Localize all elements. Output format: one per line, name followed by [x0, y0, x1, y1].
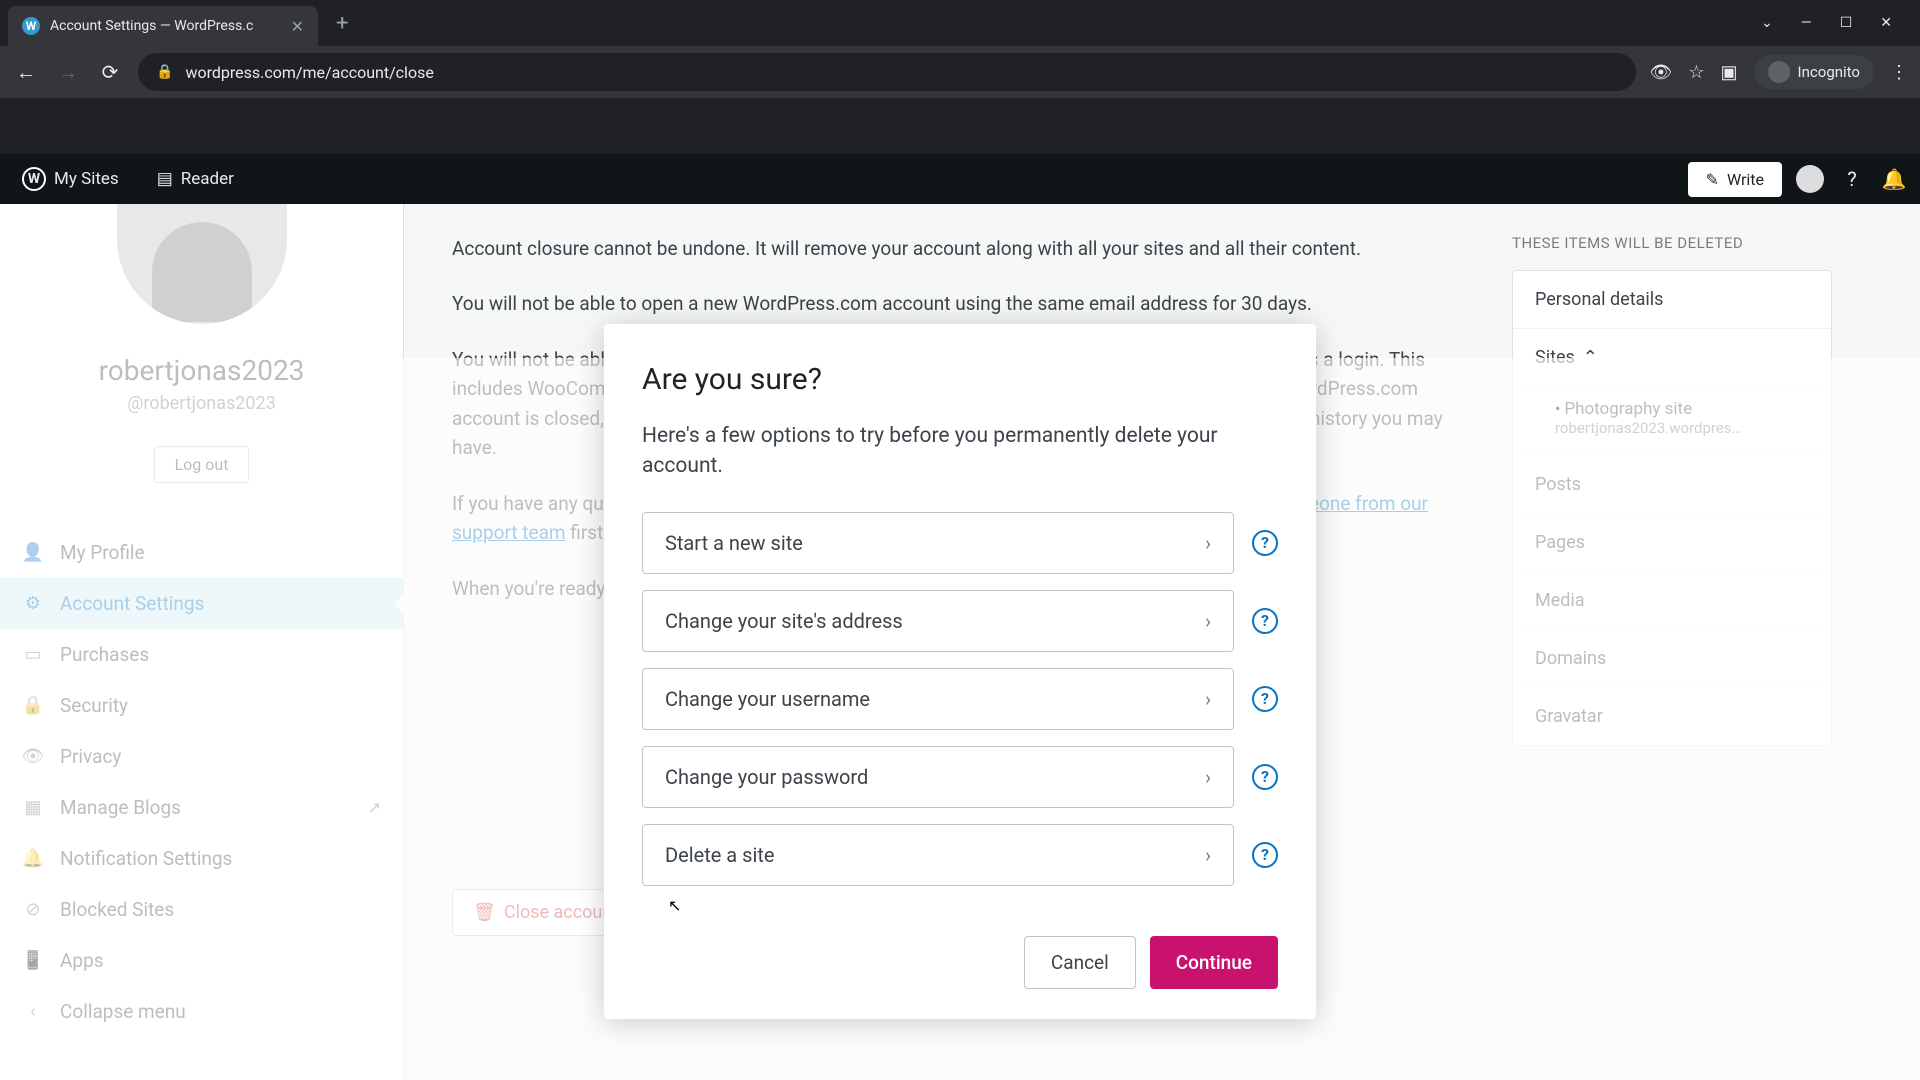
confirm-close-modal: Are you sure? Here's a few options to tr…: [604, 324, 1316, 1019]
window-controls: ⌄ — ☐ ✕: [1761, 15, 1912, 31]
option-label: Change your username: [665, 687, 870, 711]
write-button[interactable]: ✎ Write: [1688, 162, 1782, 197]
chevron-right-icon: ›: [1205, 765, 1211, 789]
lock-icon: 🔒: [156, 64, 173, 80]
app-body: robertjonas2023 @robertjonas2023 Log out…: [0, 204, 1920, 1080]
user-avatar[interactable]: [1796, 165, 1824, 193]
window-close[interactable]: ✕: [1880, 15, 1892, 31]
extensions-icon[interactable]: ▣: [1721, 62, 1738, 83]
my-sites-label: My Sites: [54, 169, 119, 189]
window-maximize[interactable]: ☐: [1840, 15, 1853, 31]
option-change-site-address[interactable]: Change your site's address ›: [642, 590, 1234, 652]
tab-bar: W Account Settings — WordPress.c ✕ + ⌄ —…: [0, 0, 1920, 46]
help-icon[interactable]: ?: [1838, 165, 1866, 193]
chevron-right-icon: ›: [1205, 687, 1211, 711]
incognito-badge[interactable]: Incognito: [1754, 55, 1874, 89]
option-label: Change your password: [665, 765, 868, 789]
chevron-right-icon: ›: [1205, 843, 1211, 867]
chevron-right-icon: ›: [1205, 531, 1211, 555]
option-label: Change your site's address: [665, 609, 903, 633]
tab-close-icon[interactable]: ✕: [291, 17, 304, 36]
bell-icon[interactable]: 🔔: [1880, 165, 1908, 193]
chevron-right-icon: ›: [1205, 609, 1211, 633]
option-label: Start a new site: [665, 531, 803, 555]
incognito-icon: [1768, 61, 1790, 83]
chevron-down-icon[interactable]: ⌄: [1761, 15, 1773, 31]
option-start-new-site[interactable]: Start a new site ›: [642, 512, 1234, 574]
reader-icon: ▤: [157, 169, 173, 189]
cancel-button[interactable]: Cancel: [1024, 936, 1136, 989]
reload-button[interactable]: ⟳: [96, 58, 124, 86]
browser-tab[interactable]: W Account Settings — WordPress.c ✕: [8, 6, 318, 46]
option-label: Delete a site: [665, 843, 774, 867]
help-circle-icon[interactable]: ?: [1252, 686, 1278, 712]
back-button[interactable]: ←: [12, 58, 40, 86]
browser-spacer: [0, 118, 1920, 154]
url-input[interactable]: 🔒 wordpress.com/me/account/close: [138, 53, 1636, 91]
continue-button[interactable]: Continue: [1150, 936, 1278, 989]
help-circle-icon[interactable]: ?: [1252, 608, 1278, 634]
masterbar: W My Sites ▤ Reader ✎ Write ? 🔔: [0, 154, 1920, 204]
help-circle-icon[interactable]: ?: [1252, 764, 1278, 790]
bookmark-icon[interactable]: ☆: [1688, 62, 1704, 83]
browser-chrome: W Account Settings — WordPress.c ✕ + ⌄ —…: [0, 0, 1920, 118]
address-bar: ← → ⟳ 🔒 wordpress.com/me/account/close 👁…: [0, 46, 1920, 98]
wordpress-logo-icon: W: [22, 167, 46, 191]
wordpress-favicon: W: [22, 17, 40, 35]
option-change-username[interactable]: Change your username ›: [642, 668, 1234, 730]
masterbar-reader[interactable]: ▤ Reader: [147, 169, 244, 189]
url-text: wordpress.com/me/account/close: [185, 63, 433, 82]
eye-off-icon[interactable]: 👁: [1650, 62, 1673, 83]
incognito-label: Incognito: [1798, 63, 1860, 81]
masterbar-my-sites[interactable]: W My Sites: [12, 167, 129, 191]
new-tab-button[interactable]: +: [336, 11, 348, 36]
menu-icon[interactable]: ⋮: [1890, 62, 1908, 83]
option-delete-site[interactable]: Delete a site ›: [642, 824, 1234, 886]
pencil-icon: ✎: [1706, 170, 1719, 189]
help-circle-icon[interactable]: ?: [1252, 842, 1278, 868]
tab-title: Account Settings — WordPress.c: [50, 18, 281, 34]
help-circle-icon[interactable]: ?: [1252, 530, 1278, 556]
write-label: Write: [1727, 170, 1764, 189]
modal-subtitle: Here's a few options to try before you p…: [642, 421, 1278, 482]
reader-label: Reader: [181, 169, 234, 189]
modal-title: Are you sure?: [642, 362, 1278, 397]
forward-button[interactable]: →: [54, 58, 82, 86]
modal-actions: Cancel Continue: [642, 936, 1278, 989]
modal-backdrop[interactable]: Are you sure? Here's a few options to tr…: [0, 204, 1920, 1080]
option-change-password[interactable]: Change your password ›: [642, 746, 1234, 808]
window-minimize[interactable]: —: [1801, 15, 1812, 31]
